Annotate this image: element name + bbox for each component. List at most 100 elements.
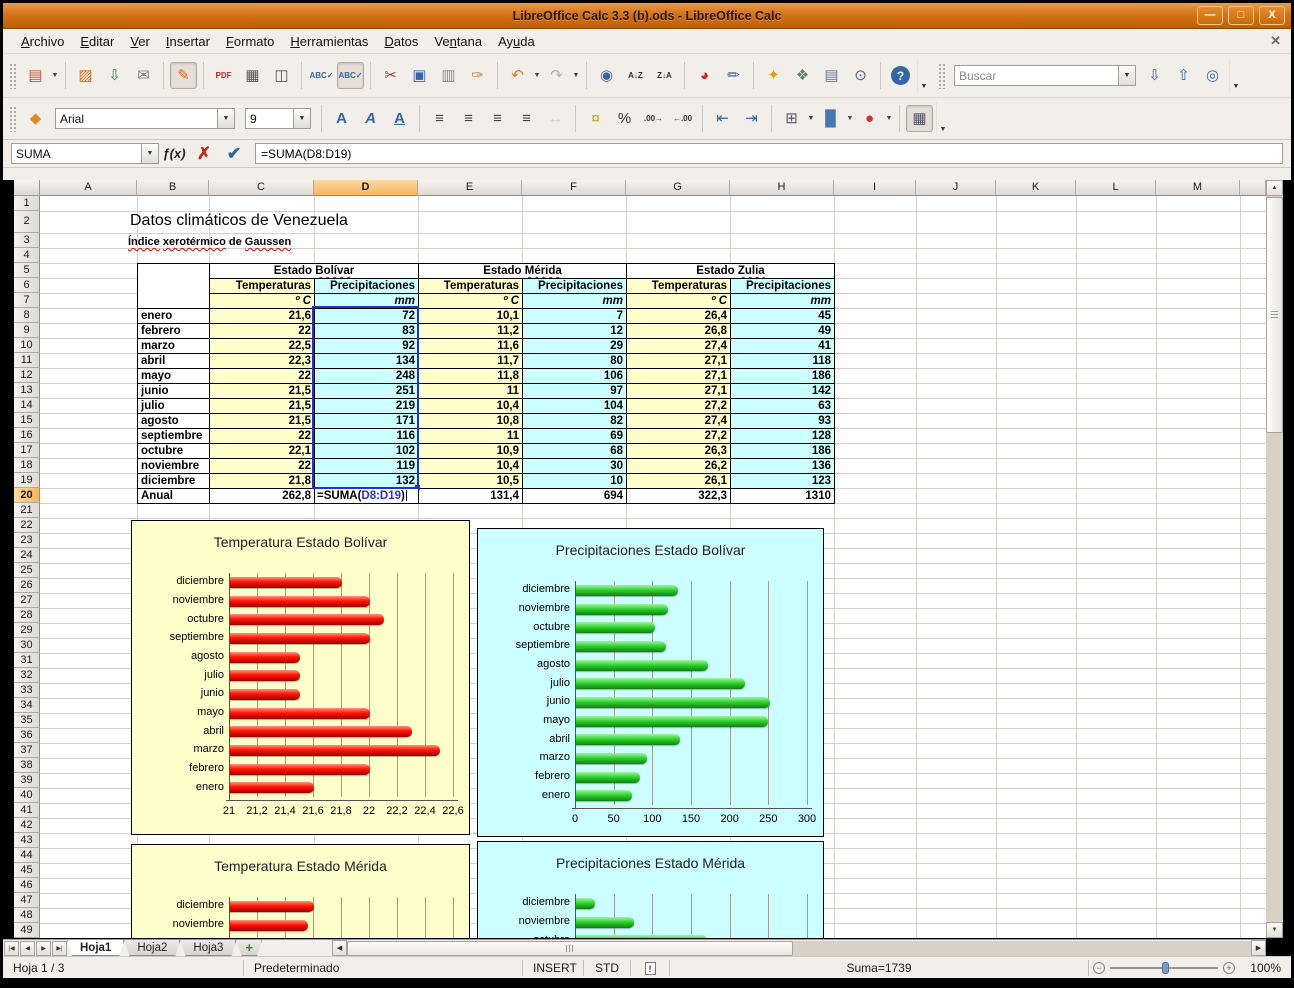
italic-button[interactable]: A xyxy=(357,105,384,132)
chart-precipitaciones-estado-mérida[interactable]: Precipitaciones Estado Mérida02040608010… xyxy=(477,841,824,938)
paste-button[interactable]: ▥ xyxy=(435,62,462,89)
unit-cell[interactable]: mm xyxy=(731,294,835,309)
row-header-36[interactable]: 36 xyxy=(14,728,40,743)
underline-button[interactable]: A xyxy=(386,105,413,132)
align-left-button[interactable]: ≡ xyxy=(426,105,453,132)
sheet-tab-hoja1[interactable]: Hoja1 xyxy=(67,940,124,956)
row-header-18[interactable]: 18 xyxy=(14,458,40,473)
row-header-12[interactable]: 12 xyxy=(14,368,40,383)
reject-button[interactable]: ✗ xyxy=(189,142,219,166)
bar[interactable] xyxy=(576,641,666,652)
chevron-down-icon[interactable]: ▼ xyxy=(217,109,234,128)
data-cell[interactable]: 21,5 xyxy=(210,414,315,429)
row-header-48[interactable]: 48 xyxy=(14,908,40,923)
sub-header-temperaturas[interactable]: Temperaturas xyxy=(210,279,315,294)
sub-header-temperaturas[interactable]: Temperaturas xyxy=(627,279,731,294)
column-header-A[interactable]: A xyxy=(40,180,137,196)
toolbar-overflow-button[interactable]: ▼ xyxy=(917,59,930,93)
data-cell[interactable]: 22,1 xyxy=(210,444,315,459)
row-header-26[interactable]: 26 xyxy=(14,578,40,593)
menu-datos[interactable]: Datos xyxy=(376,31,426,52)
sheet-tab-hoja2[interactable]: Hoja2 xyxy=(124,940,180,956)
bold-button[interactable]: A xyxy=(328,105,355,132)
bar[interactable] xyxy=(576,604,668,615)
chart-temperatura-estado-mérida[interactable]: Temperatura Estado Mérida99,51010,51111,… xyxy=(131,844,470,938)
zoom-in-icon[interactable]: + xyxy=(1223,962,1235,974)
bar[interactable] xyxy=(230,726,412,737)
row-header-37[interactable]: 37 xyxy=(14,743,40,758)
table-corner-cell[interactable] xyxy=(138,264,210,309)
decrease-indent-button[interactable]: ⇤ xyxy=(709,105,736,132)
row-header-42[interactable]: 42 xyxy=(14,818,40,833)
row-header-45[interactable]: 45 xyxy=(14,863,40,878)
bar[interactable] xyxy=(576,935,707,938)
data-cell[interactable]: 22,3 xyxy=(210,354,315,369)
data-cell[interactable]: 92 xyxy=(315,339,419,354)
help-button[interactable]: ? xyxy=(887,62,914,89)
row-header-28[interactable]: 28 xyxy=(14,608,40,623)
title-bar[interactable]: LibreOffice Calc 3.3 (b).ods - LibreOffi… xyxy=(3,3,1291,29)
bar[interactable] xyxy=(230,670,300,681)
find-replace-button[interactable]: ◎ xyxy=(1199,62,1226,89)
zoom-button[interactable]: ⊙ xyxy=(847,62,874,89)
chart-button[interactable]: ◕ xyxy=(691,62,718,89)
row-header-1[interactable]: 1 xyxy=(14,196,40,211)
month-cell[interactable]: octubre xyxy=(138,444,210,459)
bar[interactable] xyxy=(230,633,370,644)
horizontal-scrollbar-thumb[interactable] xyxy=(347,941,793,956)
month-cell[interactable]: abril xyxy=(138,354,210,369)
toolbar-overflow-button[interactable]: ▼ xyxy=(1229,59,1242,93)
data-cell[interactable]: 10,1 xyxy=(419,309,523,324)
month-cell[interactable]: agosto xyxy=(138,414,210,429)
column-header-J[interactable]: J xyxy=(916,180,996,196)
sub-header-temperaturas[interactable]: Temperaturas xyxy=(419,279,523,294)
data-cell[interactable]: 186 xyxy=(731,444,835,459)
data-cell[interactable]: 11,2 xyxy=(419,324,523,339)
row-header-15[interactable]: 15 xyxy=(14,413,40,428)
align-right-button[interactable]: ≡ xyxy=(484,105,511,132)
data-cell[interactable]: 12 xyxy=(523,324,627,339)
data-cell[interactable]: 136 xyxy=(731,459,835,474)
bar[interactable] xyxy=(230,708,370,719)
bar[interactable] xyxy=(576,790,632,801)
name-box[interactable]: SUMA ▼ xyxy=(11,143,159,164)
row-header-8[interactable]: 8 xyxy=(14,308,40,323)
copy-button[interactable]: ▣ xyxy=(406,62,433,89)
new-document-button[interactable]: ▤ xyxy=(22,62,49,89)
row-header-31[interactable]: 31 xyxy=(14,653,40,668)
row-header-14[interactable]: 14 xyxy=(14,398,40,413)
bar[interactable] xyxy=(576,734,680,745)
sub-header-precipitaciones[interactable]: Precipitaciones xyxy=(523,279,627,294)
gallery-button[interactable]: ❖ xyxy=(789,62,816,89)
total-cell[interactable]: 694 xyxy=(523,489,627,504)
add-sheet-button[interactable]: + xyxy=(236,940,262,956)
data-cell[interactable]: 27,4 xyxy=(627,339,731,354)
data-cell[interactable]: 104 xyxy=(523,399,627,414)
column-header-D[interactable]: D xyxy=(314,180,418,196)
chevron-down-icon[interactable]: ▼ xyxy=(293,109,310,128)
hscroll-left-button[interactable]: ◀ xyxy=(332,940,347,956)
open-button[interactable]: ▨ xyxy=(72,62,99,89)
menu-ver[interactable]: Ver xyxy=(122,31,158,52)
bar[interactable] xyxy=(230,782,314,793)
last-sheet-button[interactable]: ▶| xyxy=(52,941,67,956)
bar[interactable] xyxy=(230,652,300,663)
data-sources-button[interactable]: ▤ xyxy=(818,62,845,89)
data-cell[interactable]: 41 xyxy=(731,339,835,354)
column-header-L[interactable]: L xyxy=(1076,180,1156,196)
data-cell[interactable]: 134 xyxy=(315,354,419,369)
menu-editar[interactable]: Editar xyxy=(72,31,122,52)
dropdown-arrow-icon[interactable]: ▼ xyxy=(532,72,542,79)
data-cell[interactable]: 123 xyxy=(731,474,835,489)
unit-cell[interactable]: mm xyxy=(315,294,419,309)
total-row-label[interactable]: Anual xyxy=(138,489,210,504)
toolbar-handle[interactable] xyxy=(938,63,945,89)
menu-ventana[interactable]: Ventana xyxy=(426,31,490,52)
grid-button[interactable]: ▦ xyxy=(906,105,933,132)
total-cell[interactable]: 322,3 xyxy=(627,489,731,504)
row-header-43[interactable]: 43 xyxy=(14,833,40,848)
row-header-2[interactable]: 2 xyxy=(14,211,40,233)
month-cell[interactable]: marzo xyxy=(138,339,210,354)
row-header-5[interactable]: 5 xyxy=(14,263,40,278)
menu-formato[interactable]: Formato xyxy=(218,31,282,52)
